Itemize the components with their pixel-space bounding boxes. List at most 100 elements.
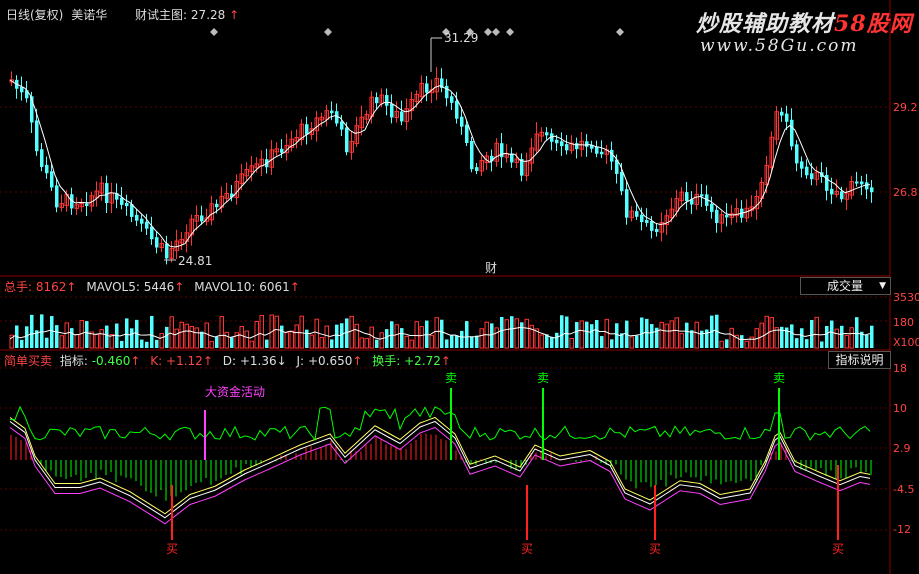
volume-bar xyxy=(125,318,129,348)
volume-bar xyxy=(790,324,794,348)
volume-bar xyxy=(510,316,514,348)
candle-body xyxy=(810,173,814,180)
volume-bar xyxy=(524,318,529,349)
buy-signal-label: 买 xyxy=(649,542,662,556)
event-diamond xyxy=(506,28,514,36)
financial-marker[interactable]: 财 xyxy=(485,259,497,276)
volume-bar xyxy=(314,318,319,349)
volume-bar xyxy=(844,334,849,349)
volume-bar xyxy=(465,321,469,348)
candle-body xyxy=(470,140,474,170)
volume-bar xyxy=(600,336,604,348)
candle-body xyxy=(545,132,549,136)
formula-label: 财试主图: xyxy=(135,8,188,22)
candle-body xyxy=(655,228,659,233)
candle-body xyxy=(585,141,589,147)
volume-bar xyxy=(404,335,409,349)
watermark-text-b: 58股网 xyxy=(834,11,913,37)
volume-bar xyxy=(224,331,229,349)
volume-bar xyxy=(215,336,219,348)
volume-bar xyxy=(840,325,844,348)
total-volume-label: 总手: xyxy=(4,280,33,294)
volume-bar xyxy=(694,321,699,349)
candle-body xyxy=(450,96,454,103)
candle-body xyxy=(785,113,789,122)
volume-bar xyxy=(585,321,589,348)
volume-bar xyxy=(150,315,154,348)
price-axis-tick: 29.2 xyxy=(893,101,918,114)
volume-bar xyxy=(635,335,639,348)
candle-body xyxy=(710,203,714,212)
indicator-axis-tick: -12 xyxy=(893,523,911,536)
volume-bar xyxy=(640,317,644,348)
event-diamond xyxy=(616,28,624,36)
chart-header: 日线(复权) 美诺华 财试主图: 27.28 ↑ xyxy=(6,6,239,23)
high-price-label: 31.29 xyxy=(444,31,479,45)
candle-body xyxy=(120,197,124,205)
volume-bar xyxy=(335,324,339,348)
indicator-header: 简单买卖 指标: -0.460↑ K: +1.12↑ D: +1.36↓ J: … xyxy=(4,354,451,368)
candle-body xyxy=(700,194,704,197)
volume-bar xyxy=(309,334,314,349)
volume-bar xyxy=(85,321,89,348)
volume-bar xyxy=(679,333,684,349)
volume-bar xyxy=(369,326,374,349)
candle-body xyxy=(790,119,794,147)
chevron-down-icon: ▼ xyxy=(879,281,886,291)
watermark-logo: 炒股辅助教材58股网 www.58Gu.com xyxy=(686,2,916,62)
watermark-url: www.58Gu.com xyxy=(700,36,859,56)
volume-bar xyxy=(520,322,524,348)
candle-body xyxy=(125,202,129,207)
candle-body xyxy=(330,110,334,114)
volume-bar xyxy=(429,335,434,349)
candle-body xyxy=(35,120,39,152)
volume-bar xyxy=(629,336,634,349)
volume-bar xyxy=(539,334,544,349)
candle-body xyxy=(375,97,379,104)
volume-bar xyxy=(440,319,444,348)
volume-bar xyxy=(50,316,54,348)
volume-bar xyxy=(230,337,234,348)
volume-bar xyxy=(500,316,504,348)
candle-body xyxy=(280,148,284,153)
sell-signal-label: 卖 xyxy=(773,371,786,385)
candle-body xyxy=(860,181,864,185)
d-value: +1.36 xyxy=(239,354,277,368)
period-label[interactable]: 日线(复权) xyxy=(6,8,63,22)
volume-bar xyxy=(615,323,619,348)
volume-bar xyxy=(64,322,69,349)
big-fund-label: 大资金活动 xyxy=(205,385,266,399)
candle-body xyxy=(725,214,729,218)
volume-bar xyxy=(174,328,179,349)
volume-bar xyxy=(70,328,74,348)
volume-bar xyxy=(579,320,584,349)
volume-bar xyxy=(725,339,729,348)
volume-bar xyxy=(390,321,394,348)
volume-bar xyxy=(595,319,599,348)
volume-bar xyxy=(409,339,414,349)
indicator-help-button[interactable]: 指标说明 xyxy=(828,351,891,369)
indicator-dropdown[interactable]: 成交量 ▼ xyxy=(800,277,891,295)
event-diamond xyxy=(210,28,218,36)
candle-body xyxy=(460,116,464,127)
volume-bar xyxy=(825,325,829,348)
candle-body xyxy=(780,111,784,116)
turnover-line xyxy=(9,405,871,441)
volume-axis-tick: 180 xyxy=(893,316,914,329)
volume-bar xyxy=(59,335,64,349)
volume-bar xyxy=(805,339,809,348)
candle-body xyxy=(830,188,834,195)
volume-bar xyxy=(674,317,679,349)
buy-signal-label: 买 xyxy=(832,542,845,556)
volume-bar xyxy=(179,321,184,349)
candle-body xyxy=(150,226,154,240)
volume-bar xyxy=(189,325,194,349)
indicator-name[interactable]: 简单买卖 xyxy=(4,354,52,368)
volume-bar xyxy=(280,325,284,348)
candle-body xyxy=(385,95,389,106)
volume-bar xyxy=(685,322,689,348)
volume-bar xyxy=(870,325,874,348)
sell-signal-label: 卖 xyxy=(537,371,550,385)
indicator-axis-tick: 10 xyxy=(893,402,907,415)
zb-value: -0.460 xyxy=(91,354,131,368)
